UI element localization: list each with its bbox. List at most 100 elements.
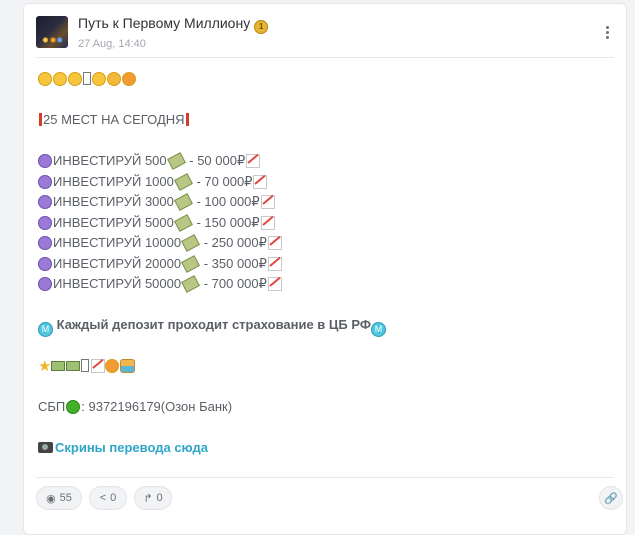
yum-icon	[107, 72, 121, 86]
purple-circle-icon	[38, 256, 52, 271]
offer-result: - 50 000₽	[185, 153, 246, 168]
offer-result: - 70 000₽	[192, 173, 253, 189]
screens-line: Скрины перевода сюда	[38, 438, 614, 459]
offer-amount: 500	[144, 153, 167, 168]
channel-title[interactable]: Путь к Первому Миллиону 1	[78, 15, 269, 34]
share-icon: <	[99, 492, 107, 504]
chart-up-icon	[267, 256, 282, 271]
money-icon	[173, 172, 193, 191]
offer-row: ИНВЕСТИРУЙ 500 - 50 000₽	[38, 151, 614, 172]
shares-counter[interactable]: <0	[89, 486, 127, 510]
link-icon[interactable]: 🔗	[599, 486, 623, 510]
views-count: 55	[59, 492, 72, 504]
offer-result: - 700 000₽	[200, 276, 267, 291]
channel-avatar[interactable]	[36, 16, 68, 48]
headline: 25 МЕСТ НА СЕГОДНЯ	[38, 110, 614, 131]
banknote-icon	[66, 361, 81, 371]
offer-row: ИНВЕСТИРУЙ 10000 - 250 000₽	[38, 233, 614, 254]
emoji-row-2: ★	[38, 356, 614, 377]
sbp-value: : 9372196179(Озон Банк)	[81, 399, 233, 414]
exclamation-icon	[39, 113, 42, 126]
purple-circle-icon	[38, 215, 52, 230]
star-icon: ★	[38, 358, 52, 375]
footer-divider	[36, 477, 614, 478]
banknote-icon	[51, 361, 66, 371]
offer-label: ИНВЕСТИРУЙ	[53, 276, 142, 291]
money-icon	[181, 234, 201, 252]
offer-row: ИНВЕСТИРУЙ 1000 - 70 000₽	[38, 172, 614, 193]
missing-glyph-icon	[81, 359, 90, 372]
offer-row: ИНВЕСТИРУЙ 20000 - 350 000₽	[38, 254, 614, 275]
chart-up-icon	[260, 215, 275, 230]
eye-icon: ◉	[46, 492, 56, 505]
offer-label: ИНВЕСТИРУЙ	[53, 235, 142, 250]
screens-link[interactable]: Скрины перевода сюда	[55, 440, 208, 455]
medal-icon: 1	[254, 20, 269, 34]
camera-icon	[38, 442, 53, 453]
more-vertical-icon[interactable]	[600, 24, 614, 44]
offer-row: ИНВЕСТИРУЙ 50000 - 700 000₽	[38, 274, 614, 295]
heart-eyes-icon	[105, 359, 120, 373]
offer-label: ИНВЕСТИРУЙ	[53, 153, 142, 168]
channel-title-text[interactable]: Путь к Первому Миллиону	[78, 15, 250, 31]
smiley-icon	[38, 72, 52, 86]
green-circle-icon	[66, 400, 81, 414]
offer-row: ИНВЕСТИРУЙ 3000 - 100 000₽	[38, 192, 614, 213]
chart-up-icon	[267, 236, 282, 250]
sbp-line: СБП : 9372196179(Озон Банк)	[38, 397, 614, 418]
chart-up-icon	[246, 154, 261, 168]
purple-circle-icon	[38, 154, 52, 168]
offer-label: ИНВЕСТИРУЙ	[53, 194, 142, 209]
offer-result: - 350 000₽	[200, 255, 267, 271]
shares-count: 0	[110, 492, 117, 504]
offer-amount: 20000	[144, 255, 182, 271]
money-icon	[173, 193, 193, 211]
forward-icon: ↱	[143, 492, 153, 505]
chart-up-icon	[267, 277, 282, 291]
purple-circle-icon	[38, 174, 52, 189]
purple-circle-icon	[38, 236, 52, 250]
smile-icon	[68, 72, 82, 86]
post-card: Путь к Первому Миллиону 1 27 Aug, 14:40 2…	[23, 3, 627, 535]
post-content: 25 МЕСТ НА СЕГОДНЯ ИНВЕСТИРУЙ 500 - 50 0…	[38, 69, 614, 459]
money-icon	[181, 254, 201, 273]
post-header: Путь к Первому Миллиону 1 27 Aug, 14:40	[36, 14, 614, 54]
offer-amount: 3000	[144, 194, 174, 209]
post-timestamp: 27 Aug, 14:40	[78, 38, 146, 50]
money-icon	[166, 152, 186, 170]
metro-icon: M	[370, 322, 386, 337]
purple-circle-icon	[38, 195, 52, 209]
chart-up-icon	[253, 174, 268, 189]
chart-up-icon	[91, 359, 106, 373]
forwards-count: 0	[156, 492, 163, 504]
header-divider	[36, 57, 614, 58]
insurance-text: Каждый депозит проходит страхование в ЦБ…	[53, 317, 371, 332]
offer-label: ИНВЕСТИРУЙ	[53, 214, 142, 230]
purple-circle-icon	[38, 277, 52, 291]
offer-amount: 1000	[144, 173, 174, 189]
missing-glyph-icon	[83, 72, 91, 85]
views-counter[interactable]: ◉ 55	[36, 486, 82, 510]
metro-icon: M	[38, 322, 53, 337]
money-icon	[181, 275, 201, 293]
person-money-icon	[120, 359, 136, 373]
offer-result: - 250 000₽	[200, 235, 267, 250]
grin-icon	[53, 72, 67, 86]
offer-result: - 150 000₽	[192, 214, 260, 230]
offer-label: ИНВЕСТИРУЙ	[53, 255, 142, 271]
insurance-line: M Каждый депозит проходит страхование в …	[38, 315, 614, 337]
offer-result: - 100 000₽	[192, 194, 260, 209]
chart-up-icon	[260, 195, 275, 209]
offer-label: ИНВЕСТИРУЙ	[53, 173, 142, 189]
forwards-counter[interactable]: ↱ 0	[134, 486, 172, 510]
headline-text: 25 МЕСТ НА СЕГОДНЯ	[43, 112, 185, 127]
offer-amount: 5000	[144, 214, 174, 230]
exclamation-icon	[185, 113, 189, 126]
heart-eyes-icon	[122, 72, 136, 86]
offer-row: ИНВЕСТИРУЙ 5000 - 150 000₽	[38, 213, 614, 234]
sbp-label: СБП	[38, 399, 66, 414]
laugh-icon	[92, 72, 106, 86]
money-icon	[173, 213, 193, 232]
emoji-row	[38, 69, 614, 90]
offer-amount: 10000	[144, 235, 182, 250]
